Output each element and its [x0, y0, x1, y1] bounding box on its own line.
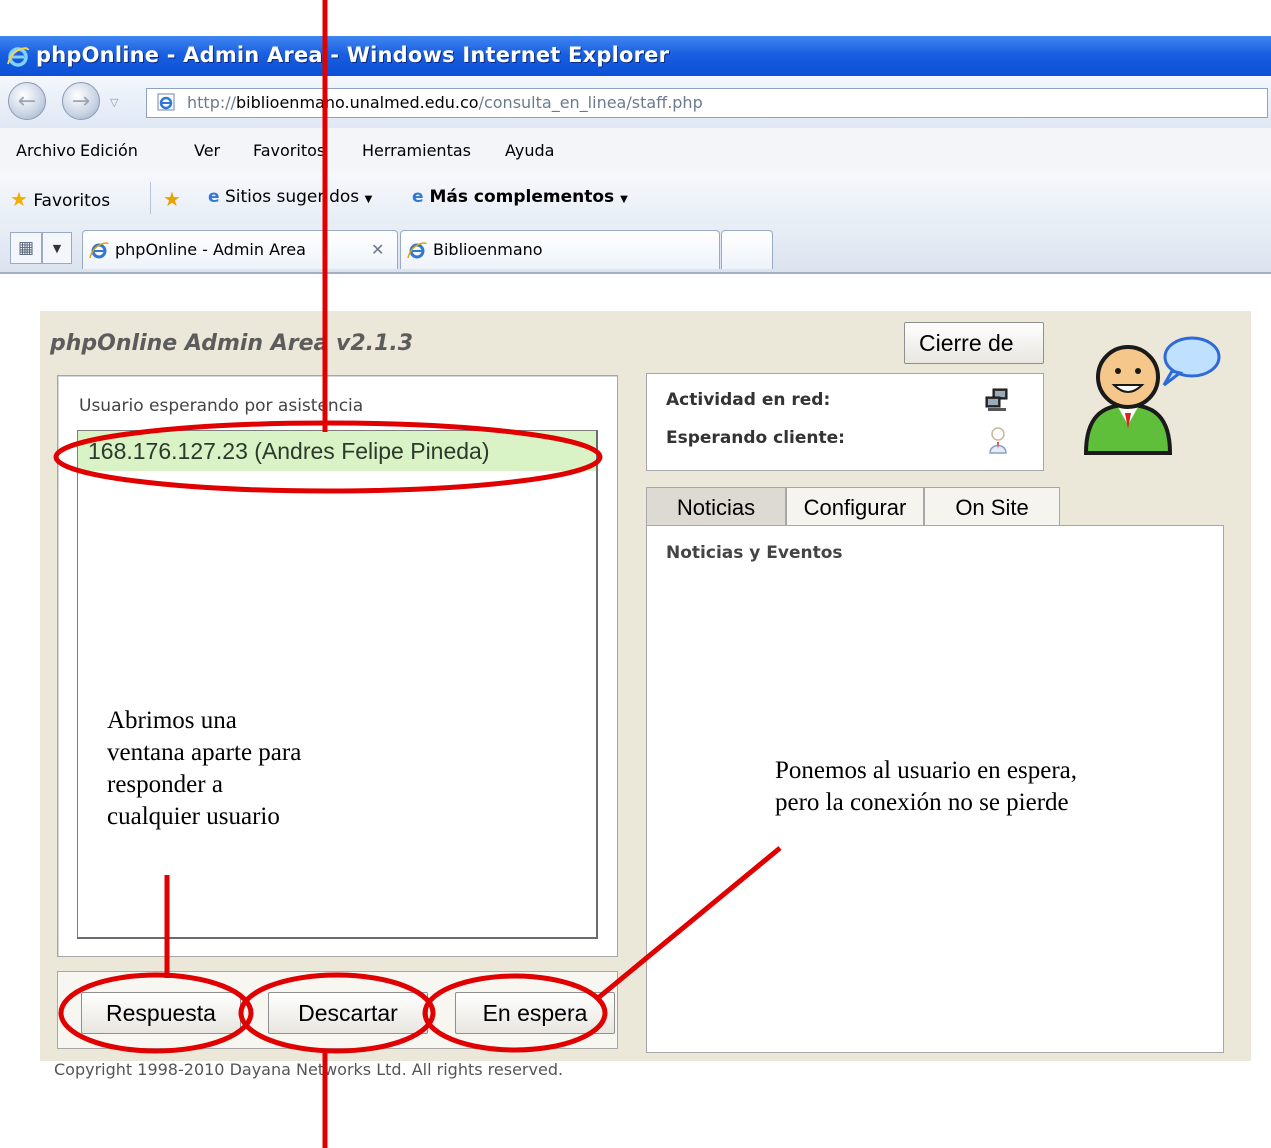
network-activity-label: Actividad en red: [666, 390, 831, 410]
tab-list-button[interactable]: ▼ [42, 232, 72, 264]
add-favorite-icon[interactable]: ★ [163, 187, 181, 211]
chevron-down-icon: ▼ [364, 194, 373, 205]
panel-title: phpOnline Admin Area v2.1.3 [50, 331, 414, 356]
action-button-bar: Respuesta Descartar En espera [57, 971, 618, 1049]
hold-annotation: Ponemos al usuario en espera, pero la co… [775, 755, 1215, 819]
ie-icon: e [208, 187, 220, 207]
menu-bar: Archivo Edición Ver Favoritos Herramient… [0, 128, 1271, 173]
ie-page-icon: e [412, 187, 424, 207]
forward-arrow-icon: → [71, 88, 91, 114]
chevron-down-icon: ▼ [52, 241, 62, 255]
hold-annotation-line: Ponemos al usuario en espera, [775, 757, 1078, 784]
respond-annotation-line: ventana aparte para [107, 739, 302, 766]
waiting-client-label: Esperando cliente: [666, 428, 845, 448]
waiting-user-label: 168.176.127.23 (Andres Felipe Pineda) [88, 438, 490, 464]
more-addons-label: Más complementos [429, 187, 615, 207]
tab-configurar[interactable]: Configurar [786, 487, 924, 527]
waiting-users-box: Usuario esperando por asistencia 168.176… [57, 375, 618, 957]
copyright-text: Copyright 1998-2010 Dayana Networks Ltd.… [54, 1060, 564, 1079]
grid-icon: ▦ [17, 238, 35, 258]
menu-archivo[interactable]: Archivo [16, 141, 76, 160]
waiting-users-header: Usuario esperando por asistencia [79, 396, 364, 416]
tab-biblioenmano[interactable]: Biblioenmano [400, 230, 720, 269]
back-arrow-icon: ← [17, 88, 37, 114]
window-title-bar: phpOnline - Admin Area - Windows Interne… [0, 36, 1271, 76]
menu-edicion[interactable]: Edición [80, 141, 138, 160]
client-person-icon [989, 427, 1007, 454]
back-button[interactable]: ← [8, 82, 46, 120]
favorites-button[interactable]: ★ Favoritos [10, 187, 110, 211]
new-tab-button[interactable] [721, 230, 773, 269]
url-path: /consulta_en_linea/staff.php [478, 93, 703, 112]
page-ie-icon [157, 93, 175, 111]
favorites-separator [150, 182, 151, 214]
suggested-sites-label: Sitios sugeridos [224, 187, 360, 207]
discard-button[interactable]: Descartar [268, 992, 428, 1034]
favorites-bar: ★ Favoritos ★ e Sitios sugeridos ▼ e Más… [0, 172, 1271, 224]
close-session-button[interactable]: Cierre de [904, 322, 1044, 364]
respond-annotation-line: responder a [107, 771, 223, 798]
operator-avatar-icon [1083, 336, 1221, 455]
address-bar: ← → ▽ http://biblioenmano.unalmed.edu.co… [0, 76, 1271, 129]
tab-bar: ▦ ▼ phpOnline - Admin Area ✕ Biblioenman… [0, 224, 1271, 274]
waiting-users-list[interactable]: 168.176.127.23 (Andres Felipe Pineda) [77, 430, 598, 939]
menu-ayuda[interactable]: Ayuda [505, 141, 554, 160]
tab-label: phpOnline - Admin Area [115, 240, 306, 259]
tab-phponline[interactable]: phpOnline - Admin Area ✕ [82, 230, 398, 269]
menu-favoritos[interactable]: Favoritos [253, 141, 325, 160]
list-item[interactable]: 168.176.127.23 (Andres Felipe Pineda) [78, 431, 596, 471]
respond-annotation: Abrimos una ventana aparte para responde… [107, 705, 367, 833]
network-computers-icon [985, 388, 1008, 411]
menu-ver[interactable]: Ver [194, 141, 220, 160]
window-title: phpOnline - Admin Area - Windows Interne… [36, 43, 670, 67]
ie-logo-icon [7, 47, 29, 67]
favorites-label: Favoritos [33, 191, 111, 211]
menu-herramientas[interactable]: Herramientas [362, 141, 471, 160]
star-icon: ★ [10, 187, 28, 211]
status-box: Actividad en red: Esperando cliente: [646, 373, 1044, 471]
admin-panel: phpOnline Admin Area v2.1.3 Cierre de Us… [40, 311, 1251, 1079]
more-addons-button[interactable]: e Más complementos ▼ [412, 187, 628, 207]
ie-icon [89, 242, 109, 259]
url-text: http://biblioenmano.unalmed.edu.co/consu… [187, 93, 703, 112]
news-header: Noticias y Eventos [666, 543, 843, 563]
tab-noticias[interactable]: Noticias [646, 487, 786, 527]
url-field[interactable]: http://biblioenmano.unalmed.edu.co/consu… [146, 88, 1268, 118]
suggested-sites-button[interactable]: e Sitios sugeridos ▼ [208, 187, 372, 207]
history-dropdown-icon[interactable]: ▽ [110, 96, 118, 109]
url-prefix: http:// [187, 93, 237, 112]
url-host: biblioenmano.unalmed.edu.co [236, 93, 479, 112]
close-tab-icon[interactable]: ✕ [371, 240, 384, 259]
tab-label: Biblioenmano [433, 240, 543, 259]
tab-on-site[interactable]: On Site [924, 487, 1060, 527]
hold-button[interactable]: En espera [455, 992, 615, 1034]
forward-button[interactable]: → [62, 82, 100, 120]
respond-button[interactable]: Respuesta [81, 992, 241, 1034]
quick-tabs-button[interactable]: ▦ [10, 232, 42, 264]
hold-annotation-line: pero la conexión no se pierde [775, 789, 1069, 816]
respond-annotation-line: Abrimos una [107, 707, 237, 734]
ie-icon [407, 242, 427, 259]
respond-annotation-line: cualquier usuario [107, 803, 280, 830]
chevron-down-icon: ▼ [620, 194, 628, 205]
